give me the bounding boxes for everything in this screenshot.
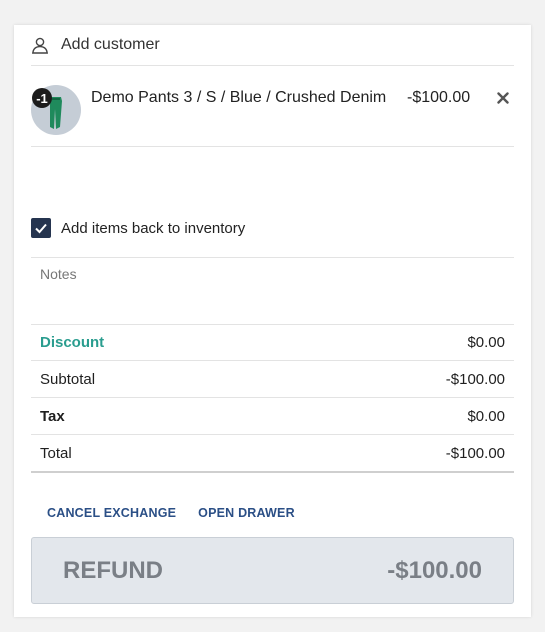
tax-value: $0.00 (467, 407, 505, 425)
tax-label: Tax (40, 407, 65, 425)
open-drawer-button[interactable]: OPEN DRAWER (198, 506, 295, 520)
action-links: CANCEL EXCHANGE OPEN DRAWER (31, 501, 317, 525)
notes-placeholder: Notes (40, 266, 77, 282)
subtotal-label: Subtotal (40, 370, 96, 388)
subtotal-value: -$100.00 (445, 370, 505, 388)
total-row: Total -$100.00 (31, 435, 514, 473)
quantity-badge: -1 (32, 88, 52, 108)
discount-label[interactable]: Discount (40, 334, 104, 351)
notes-field[interactable]: Notes (31, 257, 514, 325)
cart-line-item[interactable]: -1 Demo Pants 3 / S / Blue / Crushed Den… (31, 66, 514, 147)
total-value: -$100.00 (445, 444, 505, 462)
restock-checkbox[interactable] (31, 218, 51, 238)
tax-row: Tax $0.00 (31, 398, 514, 435)
check-icon (35, 223, 47, 234)
refund-button[interactable]: REFUND -$100.00 (31, 537, 514, 604)
total-label: Total (40, 444, 72, 462)
cart-panel: Add customer -1 Demo Pants 3 / S / Blue … (14, 25, 531, 617)
add-customer-button[interactable]: Add customer (31, 25, 514, 66)
restock-option[interactable]: Add items back to inventory (31, 217, 245, 239)
user-icon (31, 36, 49, 54)
close-icon (497, 92, 509, 104)
discount-row[interactable]: Discount $0.00 (31, 324, 514, 361)
cancel-exchange-button[interactable]: CANCEL EXCHANGE (47, 506, 176, 520)
subtotal-row: Subtotal -$100.00 (31, 361, 514, 398)
refund-label: REFUND (63, 556, 163, 584)
discount-value: $0.00 (467, 333, 505, 351)
item-name: Demo Pants 3 / S / Blue / Crushed Denim (91, 89, 387, 106)
add-customer-label: Add customer (61, 36, 160, 53)
totals-section: Discount $0.00 Subtotal -$100.00 Tax $0.… (31, 324, 514, 473)
refund-amount: -$100.00 (387, 556, 482, 584)
restock-label: Add items back to inventory (61, 219, 246, 237)
remove-item-button[interactable] (495, 90, 511, 106)
item-price: -$100.00 (407, 89, 471, 106)
